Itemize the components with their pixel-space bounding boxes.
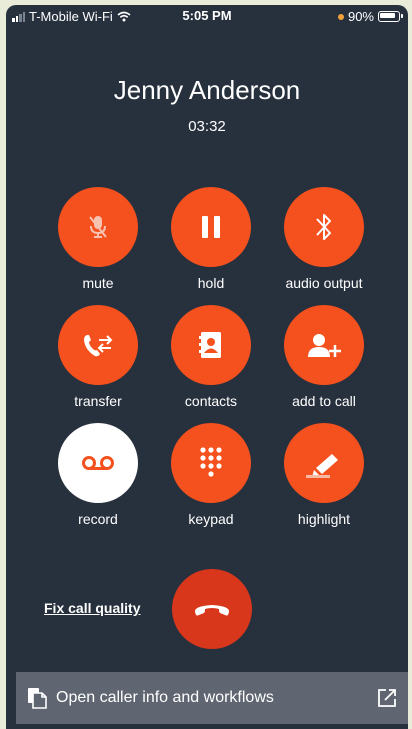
record-label: record	[78, 511, 118, 527]
privacy-indicator-icon	[337, 13, 344, 20]
call-duration: 03:32	[188, 118, 226, 135]
transfer-circle[interactable]	[58, 305, 138, 385]
contacts-book-icon	[198, 330, 224, 360]
open-caller-info-label: Open caller info and workflows	[56, 689, 274, 706]
fix-call-quality-link[interactable]: Fix call quality	[44, 600, 140, 616]
audio-output-button[interactable]: audio output	[269, 187, 379, 291]
highlight-label: highlight	[297, 511, 351, 527]
external-link-icon[interactable]	[376, 687, 398, 709]
hold-button[interactable]: hold	[156, 187, 266, 291]
transfer-label: transfer	[74, 393, 122, 409]
record-button[interactable]: record	[43, 423, 153, 527]
highlighter-icon	[304, 448, 344, 478]
battery-icon	[378, 11, 403, 22]
caller-name: Jenny Anderson	[113, 75, 301, 105]
keypad-label: keypad	[188, 511, 234, 527]
keypad-circle[interactable]	[171, 423, 251, 503]
pause-icon	[199, 214, 223, 240]
keypad-button[interactable]: keypad	[156, 423, 266, 527]
highlight-circle[interactable]	[284, 423, 364, 503]
add-to-call-label: add to call	[292, 393, 356, 409]
dialpad-icon	[198, 446, 224, 480]
contacts-circle[interactable]	[171, 305, 251, 385]
voicemail-record-icon	[81, 454, 115, 472]
mute-button[interactable]: mute	[43, 187, 153, 291]
hold-label: hold	[197, 275, 225, 291]
status-right: 90%	[337, 9, 403, 24]
audio-output-circle[interactable]	[284, 187, 364, 267]
highlight-button[interactable]: highlight	[269, 423, 379, 527]
record-circle[interactable]	[58, 423, 138, 503]
phone-call-screen: T-Mobile Wi-Fi 5:05 PM 90% Jenny Anderso…	[6, 5, 408, 729]
hold-circle[interactable]	[171, 187, 251, 267]
phone-transfer-icon	[81, 330, 115, 360]
add-to-call-button[interactable]: add to call	[269, 305, 379, 409]
add-to-call-circle[interactable]	[284, 305, 364, 385]
contacts-label: contacts	[184, 393, 238, 409]
battery-percent: 90%	[347, 9, 374, 24]
documents-icon	[26, 687, 48, 709]
audio-output-label: audio output	[285, 275, 363, 291]
bluetooth-icon	[312, 210, 336, 244]
mute-label: mute	[82, 275, 114, 291]
status-bar: T-Mobile Wi-Fi 5:05 PM 90%	[6, 5, 408, 27]
microphone-off-icon	[83, 212, 113, 242]
open-caller-info-bar[interactable]: Open caller info and workflows	[16, 672, 408, 724]
contacts-button[interactable]: contacts	[156, 305, 266, 409]
transfer-button[interactable]: transfer	[43, 305, 153, 409]
add-person-icon	[306, 331, 342, 359]
mute-circle[interactable]	[58, 187, 138, 267]
end-call-button[interactable]	[172, 569, 252, 649]
hang-up-phone-icon	[192, 600, 232, 618]
